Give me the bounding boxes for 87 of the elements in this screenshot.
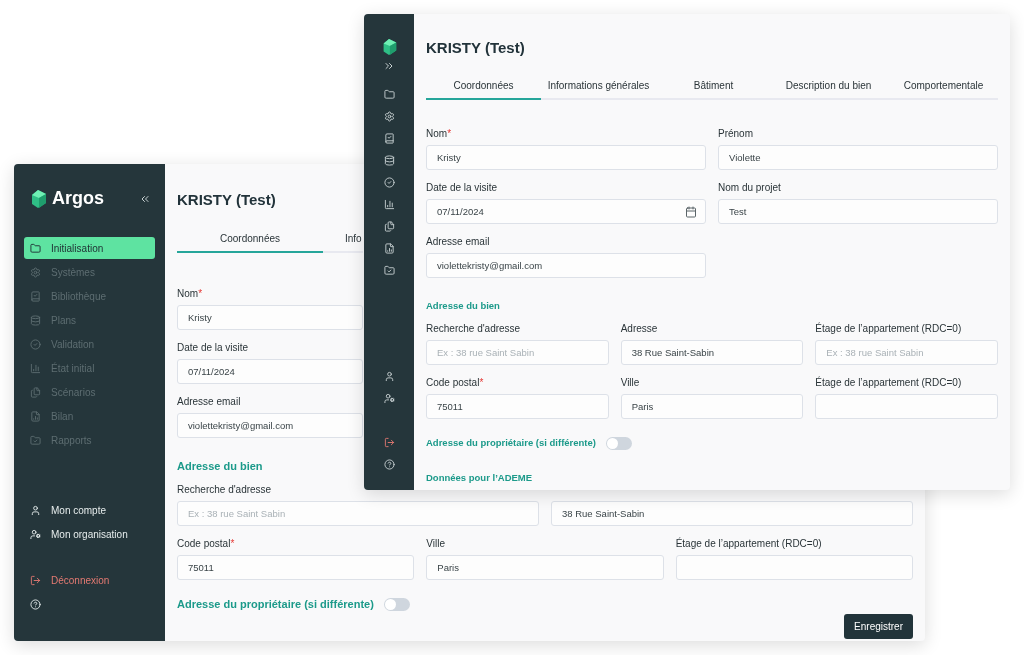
folder-check-icon[interactable]	[383, 265, 395, 276]
field-label: Nom*	[177, 288, 203, 300]
check-circle-icon	[30, 338, 41, 350]
input-field[interactable]: Kristy	[426, 145, 706, 170]
input-field[interactable]	[815, 394, 998, 419]
help-icon[interactable]	[30, 598, 41, 610]
user-icon	[30, 504, 41, 516]
help-icon[interactable]	[383, 459, 395, 470]
field-label: Date de la visite	[426, 182, 498, 194]
field-label: Étage de l’appartement (RDC=0)	[815, 323, 962, 335]
bar-chart-icon[interactable]	[383, 199, 395, 210]
checklist-icon[interactable]	[383, 133, 395, 144]
bar-chart-icon	[30, 362, 41, 374]
input-field[interactable]: Ex : 38 rue Saint Sabin	[815, 340, 998, 365]
field-label: Adresse	[620, 323, 658, 335]
tab[interactable]: Bâtiment	[656, 72, 771, 100]
input-field[interactable]: Ex : 38 rue Saint Sabin	[426, 340, 609, 365]
files-icon[interactable]	[383, 221, 395, 232]
section-heading: Adresse du propriétaire (si différente)	[426, 437, 596, 448]
folder-check-icon	[30, 434, 41, 446]
sidebar-item[interactable]: Mon organisation	[24, 523, 155, 545]
input-field[interactable]	[675, 555, 913, 580]
chart-file-icon	[30, 410, 41, 422]
logout-icon	[30, 574, 41, 586]
input-field[interactable]: violettekristy@gmail.com	[426, 253, 706, 278]
field-label: Recherche d'adresse	[177, 484, 272, 496]
chart-file-icon[interactable]	[383, 243, 395, 254]
section-heading: Adresse du propriétaire (si différente)	[177, 598, 374, 610]
section-heading: Adresse du bien	[177, 460, 263, 472]
field-label: Code postal*	[177, 538, 235, 550]
field-label: Date de la visite	[177, 342, 249, 354]
input-field[interactable]: Paris	[426, 555, 664, 580]
sidebar-item[interactable]: Mon compte	[24, 499, 155, 521]
save-button[interactable]: Enregistrer	[844, 614, 913, 639]
input-field[interactable]: 38 Rue Saint-Sabin	[620, 340, 804, 365]
layers-icon[interactable]	[383, 155, 395, 166]
tab[interactable]: Comportementale	[886, 72, 1001, 100]
tab[interactable]: Informations générales	[541, 72, 656, 100]
field-label: Prénom	[718, 128, 753, 140]
user-icon[interactable]	[383, 371, 395, 382]
sidebar-item[interactable]: Initialisation	[24, 237, 155, 259]
field-label: Adresse email	[426, 236, 490, 248]
toggle-switch[interactable]	[383, 598, 410, 611]
gear-icon	[30, 266, 41, 278]
user-gear-icon[interactable]	[383, 393, 395, 404]
check-circle-icon[interactable]	[383, 177, 395, 188]
input-field[interactable]: 75011	[426, 394, 609, 419]
input-field[interactable]: violettekristy@gmail.com	[177, 413, 363, 438]
field-label: Nom*	[426, 128, 452, 140]
tab[interactable]: Coordonnées	[177, 225, 323, 253]
date-field[interactable]: 07/11/2024	[426, 199, 706, 224]
section-heading: Données pour l’ADEME	[426, 472, 533, 483]
layers-icon	[30, 314, 41, 326]
input-field[interactable]: 07/11/2024	[177, 359, 363, 384]
field-label: Code postal*	[426, 377, 484, 389]
input-field[interactable]: Test	[718, 199, 998, 224]
input-field[interactable]: 38 Rue Saint-Sabin	[551, 501, 913, 526]
input-field[interactable]: Paris	[620, 394, 804, 419]
gear-icon[interactable]	[383, 111, 395, 122]
section-heading: Adresse du bien	[426, 300, 500, 311]
toggle-switch[interactable]	[606, 437, 632, 450]
input-field[interactable]: 75011	[177, 555, 415, 580]
field-label: Ville	[426, 538, 446, 550]
field-label: Étage de l’appartement (RDC=0)	[675, 538, 822, 550]
folder-icon[interactable]	[383, 89, 395, 100]
field-label: Nom du projet	[718, 182, 781, 194]
calendar-icon[interactable]	[685, 205, 697, 218]
field-label: Adresse email	[177, 396, 241, 408]
checklist-icon	[30, 290, 41, 302]
input-field[interactable]: Ex : 38 rue Saint Sabin	[177, 501, 539, 526]
page-title: KRISTY (Test)	[177, 191, 276, 209]
brand-name: Argos	[52, 188, 104, 209]
user-gear-icon	[30, 528, 41, 540]
input-field[interactable]: Kristy	[177, 305, 363, 330]
tab[interactable]: Description du bien	[771, 72, 886, 100]
expand-icon[interactable]	[383, 60, 395, 72]
field-label: Ville	[620, 377, 640, 389]
input-field[interactable]: Violette	[718, 145, 998, 170]
files-icon	[30, 386, 41, 398]
logout-icon[interactable]	[383, 437, 395, 448]
field-label: Étage de l’appartement (RDC=0)	[815, 377, 962, 389]
folder-icon	[30, 242, 41, 254]
tab[interactable]: Coordonnées	[426, 72, 541, 100]
tab[interactable]: Info	[323, 225, 363, 253]
page-title: KRISTY (Test)	[426, 39, 525, 57]
logout-item[interactable]: Déconnexion	[24, 569, 155, 591]
field-label: Recherche d'adresse	[426, 323, 521, 335]
